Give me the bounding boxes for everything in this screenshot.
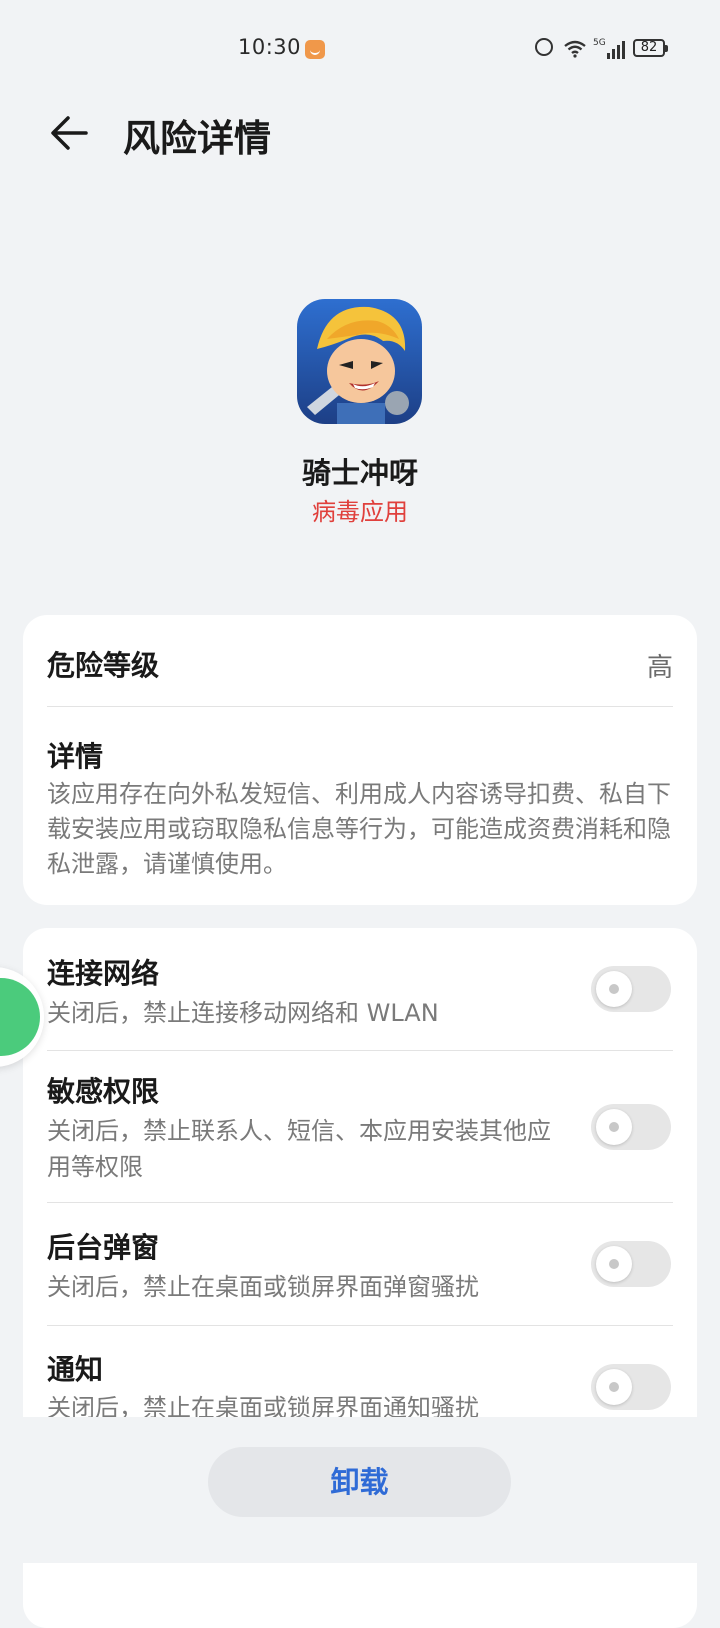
permission-title: 通知 — [47, 1353, 104, 1386]
divider — [47, 1050, 673, 1051]
sensitive-permission-toggle[interactable] — [591, 1104, 671, 1150]
toggle-knob — [596, 1109, 632, 1145]
details-label: 详情 — [47, 740, 104, 773]
arrow-left-icon[interactable] — [46, 110, 92, 156]
divider — [47, 1202, 673, 1203]
page-title: 风险详情 — [123, 117, 271, 160]
risk-level-label: 危险等级 — [47, 649, 160, 682]
battery-icon: 82 — [633, 39, 668, 57]
details-text: 该应用存在向外私发短信、利用成人内容诱导扣费、私自下载安装应用或窃取隐私信息等行… — [47, 780, 671, 878]
status-time: 10:30 — [238, 35, 302, 59]
status-bar: 10:30 5G 82 — [0, 0, 720, 96]
app-icon — [297, 299, 422, 424]
network-toggle[interactable] — [591, 966, 671, 1012]
network-type: 5G — [593, 38, 606, 48]
permission-desc: 关闭后，禁止联系人、短信、本应用安装其他应用等权限 — [47, 1117, 551, 1181]
notification-toggle[interactable] — [591, 1364, 671, 1410]
app-name: 骑士冲呀 — [301, 456, 418, 490]
toggle-knob — [596, 971, 632, 1007]
permission-title: 连接网络 — [47, 957, 160, 990]
toggle-knob — [596, 1246, 632, 1282]
toggle-knob — [596, 1369, 632, 1405]
divider — [47, 706, 673, 707]
permission-title: 后台弹窗 — [47, 1231, 160, 1264]
wifi-icon — [564, 40, 586, 58]
status-icons: 5G 82 — [535, 36, 675, 62]
permission-title: 敏感权限 — [47, 1075, 160, 1108]
permission-desc: 关闭后，禁止连接移动网络和 WLAN — [47, 999, 439, 1027]
app-risk-status: 病毒应用 — [312, 498, 408, 526]
uninstall-button[interactable]: 卸载 — [208, 1447, 511, 1517]
alarm-icon — [535, 38, 553, 56]
risk-info-card: 危险等级 高 详情 该应用存在向外私发短信、利用成人内容诱导扣费、私自下载安装应… — [23, 615, 697, 905]
signal-icon: 5G — [593, 38, 625, 59]
app-badge-icon — [305, 40, 325, 59]
divider — [47, 1325, 673, 1326]
risk-level-value: 高 — [646, 653, 673, 683]
permission-desc: 关闭后，禁止在桌面或锁屏界面弹窗骚扰 — [47, 1273, 479, 1301]
background-popup-toggle[interactable] — [591, 1241, 671, 1287]
